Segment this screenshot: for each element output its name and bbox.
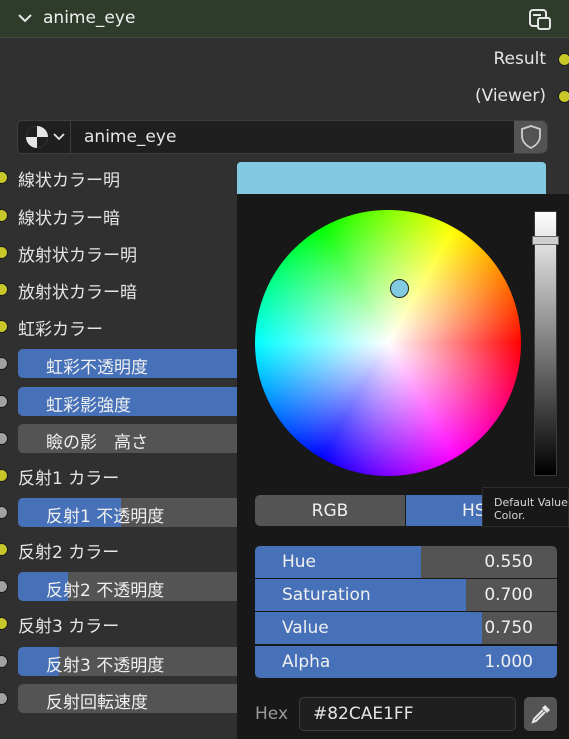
input-label-4: 放射状カラー暗 (18, 283, 137, 303)
input-slider-8[interactable]: 瞼の影 高さ (18, 424, 258, 453)
input-slider-7[interactable]: 虹彩影強度 (18, 387, 258, 416)
output-label-result: Result (493, 49, 546, 69)
shader-sphere-icon (26, 126, 48, 148)
shield-icon (521, 125, 541, 150)
saturation-value: 0.700 (484, 585, 533, 605)
node-title: anime_eye (43, 8, 136, 28)
input-slider-label-8: 瞼の影 高さ (46, 433, 148, 453)
input-label-11: 反射2 カラー (18, 543, 120, 563)
output-socket-viewer[interactable] (558, 90, 569, 103)
input-label-2: 線状カラー暗 (18, 209, 120, 229)
input-slider-label-7: 虹彩影強度 (46, 396, 131, 416)
mode-rgb-label: RGB (311, 501, 349, 521)
output-label-viewer: (Viewer) (474, 86, 546, 106)
tooltip-text: Default Value Color. (494, 496, 568, 522)
node-tree-browse-button[interactable] (17, 120, 71, 154)
input-slider-14[interactable]: 反射3 不透明度 (18, 647, 258, 676)
input-slider-label-6: 虹彩不透明度 (46, 358, 148, 378)
input-label-5: 虹彩カラー (18, 320, 103, 340)
hue-slider[interactable]: Hue 0.550 (255, 546, 557, 578)
color-swatch[interactable] (237, 162, 546, 196)
alpha-value: 1.000 (484, 652, 533, 672)
alpha-label: Alpha (282, 652, 331, 672)
input-slider-15[interactable]: 反射回転速度 (18, 684, 258, 713)
input-slider-10[interactable]: 反射1 不透明度 (18, 498, 258, 527)
hex-value[interactable]: #82CAE1FF (313, 704, 414, 724)
mode-rgb-button[interactable]: RGB (255, 495, 405, 526)
input-slider-label-10: 反射1 不透明度 (46, 507, 165, 527)
eyedropper-icon (531, 705, 550, 724)
value-slider[interactable]: Value 0.750 (255, 612, 557, 644)
hue-value: 0.550 (484, 552, 533, 572)
chevron-down-icon[interactable] (16, 9, 34, 27)
color-wheel-cursor[interactable] (390, 279, 409, 298)
input-label-9: 反射1 カラー (18, 469, 120, 489)
value-label: Value (282, 618, 329, 638)
node-tree-name[interactable]: anime_eye (84, 127, 176, 147)
input-slider-6[interactable]: 虹彩不透明度 (18, 349, 258, 378)
hue-label: Hue (282, 552, 317, 572)
saturation-label: Saturation (282, 585, 371, 605)
value-slider-handle[interactable] (532, 236, 559, 245)
input-slider-label-12: 反射2 不透明度 (46, 581, 165, 601)
color-wheel[interactable] (255, 210, 521, 476)
chevron-down-icon (53, 133, 65, 141)
input-slider-label-14: 反射3 不透明度 (46, 656, 165, 676)
eyedropper-button[interactable] (524, 697, 557, 731)
value-gradient-slider[interactable] (534, 211, 557, 476)
input-slider-label-15: 反射回転速度 (46, 693, 148, 713)
node-group-icon[interactable] (527, 6, 553, 32)
fake-user-shield-button[interactable] (514, 121, 547, 153)
value-value: 0.750 (484, 618, 533, 638)
input-slider-12[interactable]: 反射2 不透明度 (18, 572, 258, 601)
hex-label: Hex (255, 704, 289, 724)
input-label-1: 線状カラー明 (18, 171, 120, 191)
output-socket-result[interactable] (558, 53, 569, 66)
input-label-13: 反射3 カラー (18, 617, 120, 637)
input-label-3: 放射状カラー明 (18, 246, 137, 266)
saturation-slider[interactable]: Saturation 0.700 (255, 579, 557, 611)
alpha-slider[interactable]: Alpha 1.000 (255, 646, 557, 678)
